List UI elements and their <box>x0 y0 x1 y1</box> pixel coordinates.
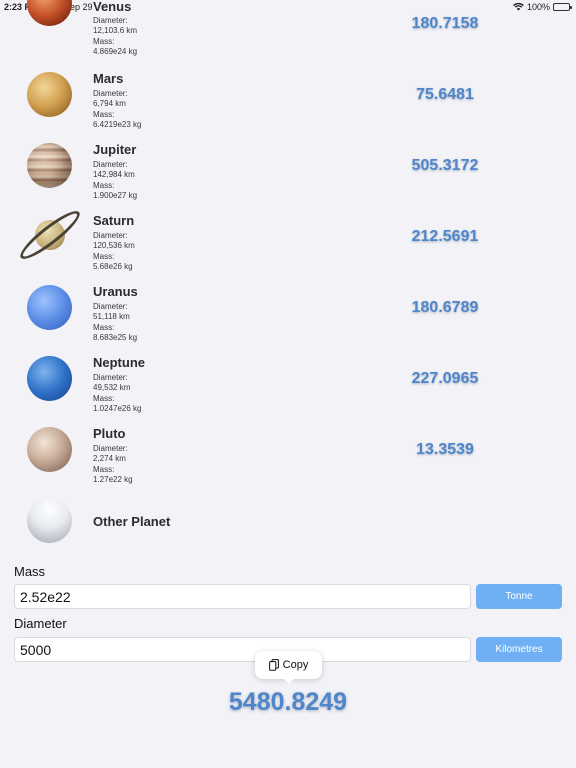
uranus-icon <box>27 285 72 330</box>
mass-value: 8.683e25 kg <box>93 333 138 343</box>
app-screen: 2:23 PM Thu Sep 29 100% Venus Diameter: … <box>0 0 576 768</box>
planet-row-other[interactable]: Other Planet <box>0 496 576 567</box>
diameter-value: 2,274 km <box>93 454 126 464</box>
planet-name: Jupiter <box>93 142 137 157</box>
mass-unit-button[interactable]: Tonne <box>476 584 562 609</box>
planet-details: Diameter: 142,984 km Mass: 1.900e27 kg <box>93 160 137 202</box>
diameter-value: 120,536 km <box>93 241 135 251</box>
mass-field-label: Mass <box>14 564 46 579</box>
diameter-label: Diameter: <box>93 16 128 25</box>
mass-input[interactable] <box>14 584 471 609</box>
diameter-label: Diameter: <box>93 231 128 240</box>
planet-result-value: 180.7158 <box>411 15 479 32</box>
mass-value: 5.68e26 kg <box>93 262 133 272</box>
planet-row-uranus[interactable]: Uranus Diameter: 51,118 km Mass: 8.683e2… <box>0 283 576 354</box>
diameter-label: Diameter: <box>93 302 128 311</box>
mars-icon <box>27 72 72 117</box>
planet-name: Saturn <box>93 213 135 228</box>
copy-menu-item[interactable]: Copy <box>255 651 322 684</box>
planet-name: Neptune <box>93 355 145 370</box>
diameter-label: Diameter: <box>93 444 128 453</box>
jupiter-icon <box>27 143 72 188</box>
planet-details: Diameter: 120,536 km Mass: 5.68e26 kg <box>93 231 135 273</box>
planet-row-saturn[interactable]: Saturn Diameter: 120,536 km Mass: 5.68e2… <box>0 205 576 283</box>
diameter-value: 12,103.6 km <box>93 26 138 36</box>
planet-row-venus[interactable]: Venus Diameter: 12,103.6 km Mass: 4.869e… <box>0 0 576 56</box>
mass-label: Mass: <box>93 393 115 403</box>
diameter-field-label: Diameter <box>14 616 67 631</box>
saturn-ring <box>15 205 85 265</box>
mass-label: Mass: <box>93 464 115 474</box>
mass-value: 1.27e22 kg <box>93 475 133 485</box>
venus-icon <box>27 0 72 26</box>
mass-label: Mass: <box>93 322 115 332</box>
planet-details: Diameter: 2,274 km Mass: 1.27e22 kg <box>93 444 133 486</box>
diameter-label: Diameter: <box>93 160 128 169</box>
planet-result-value: 75.6481 <box>416 86 474 103</box>
planet-result-value: 13.3539 <box>416 441 474 458</box>
mass-label: Mass: <box>93 251 115 261</box>
diameter-value: 49,532 km <box>93 383 131 393</box>
copy-icon <box>268 659 279 671</box>
diameter-input[interactable] <box>14 637 471 662</box>
mass-value: 1.900e27 kg <box>93 191 138 201</box>
diameter-value: 51,118 km <box>93 312 130 322</box>
planet-result-value: 212.5691 <box>411 228 479 245</box>
planet-row-neptune[interactable]: Neptune Diameter: 49,532 km Mass: 1.0247… <box>0 354 576 425</box>
planet-row-pluto[interactable]: Pluto Diameter: 2,274 km Mass: 1.27e22 k… <box>0 425 576 496</box>
result-value: 5480.8249 <box>228 688 348 716</box>
mass-label: Mass: <box>93 180 115 190</box>
diameter-unit-button[interactable]: Kilometres <box>476 637 562 662</box>
planet-name: Other Planet <box>93 514 171 529</box>
planet-details: Diameter: 51,118 km Mass: 8.683e25 kg <box>93 302 137 344</box>
diameter-label: Diameter: <box>93 89 128 98</box>
planet-result-value: 180.6789 <box>411 299 479 316</box>
mass-value: 6.4219e23 kg <box>93 120 142 130</box>
other-planet-icon <box>27 498 72 543</box>
pluto-icon <box>27 427 72 472</box>
planet-details: Diameter: 6,794 km Mass: 6.4219e23 kg <box>93 89 142 131</box>
planet-details: Diameter: 12,103.6 km Mass: 4.869e24 kg <box>93 16 137 58</box>
mass-label: Mass: <box>93 109 115 119</box>
copy-label: Copy <box>282 659 309 671</box>
diameter-value: 142,984 km <box>93 170 135 180</box>
planet-name: Uranus <box>93 284 138 299</box>
planet-name: Venus <box>93 0 132 14</box>
planet-row-jupiter[interactable]: Jupiter Diameter: 142,984 km Mass: 1.900… <box>0 141 576 212</box>
diameter-label: Diameter: <box>93 373 128 382</box>
planet-details: Diameter: 49,532 km Mass: 1.0247e26 kg <box>93 373 142 415</box>
planet-result-value: 505.3172 <box>411 157 479 174</box>
neptune-icon <box>27 356 72 401</box>
mass-value: 4.869e24 kg <box>93 47 138 57</box>
planet-name: Pluto <box>93 426 126 441</box>
planet-row-mars[interactable]: Mars Diameter: 6,794 km Mass: 6.4219e23 … <box>0 70 576 141</box>
mass-value: 1.0247e26 kg <box>93 404 142 414</box>
diameter-value: 6,794 km <box>93 99 126 109</box>
planet-result-value: 227.0965 <box>411 370 479 387</box>
mass-label: Mass: <box>93 36 115 46</box>
planet-name: Mars <box>93 71 124 86</box>
